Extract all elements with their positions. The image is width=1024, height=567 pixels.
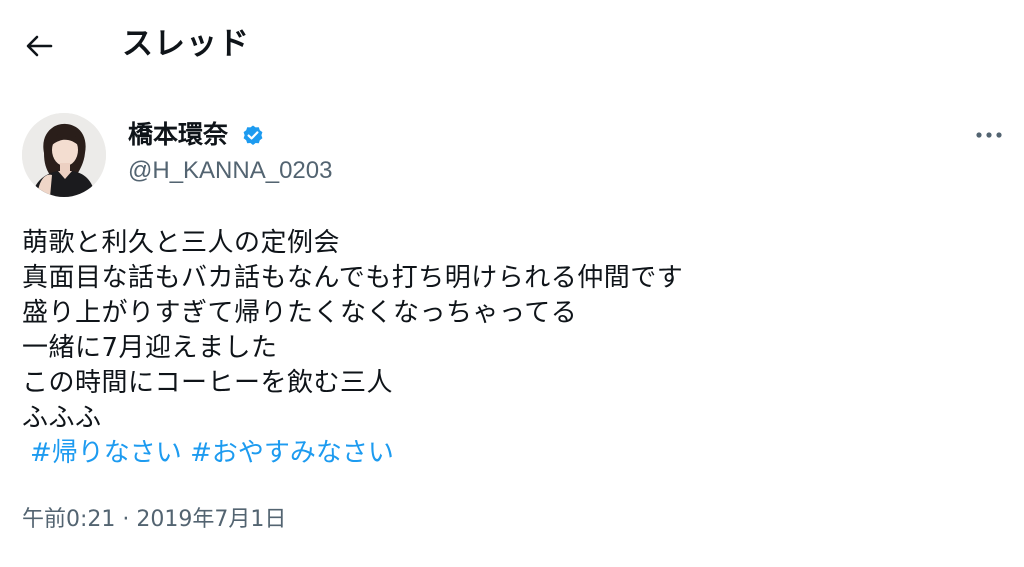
back-button[interactable]	[18, 28, 60, 64]
more-horizontal-icon	[976, 132, 1002, 138]
more-options-button[interactable]	[972, 120, 1006, 150]
tweet-thread-page: スレッド 橋本環奈 @H_KANNA_0203 萌歌と利久と三人の定例会 真面目…	[0, 0, 1024, 567]
header: スレッド	[0, 0, 1024, 92]
author-display-name[interactable]: 橋本環奈	[128, 118, 228, 152]
tweet-line: 一緒に7月迎えました	[22, 333, 278, 363]
tweet-line: 真面目な話もバカ話もなんでも打ち明けられる仲間です	[22, 263, 684, 293]
verified-badge-icon	[243, 125, 263, 145]
avatar[interactable]	[22, 113, 106, 197]
hashtag-row: #帰りなさい #おやすみなさい	[22, 436, 982, 471]
tweet-line: ふふふ	[22, 403, 102, 433]
hashtag-link-kaerinasai[interactable]: #帰りなさい	[30, 438, 182, 468]
arrow-left-icon	[26, 35, 53, 57]
page-title: スレッド	[122, 26, 250, 62]
author-handle[interactable]: @H_KANNA_0203	[128, 154, 332, 188]
tweet-line: 盛り上がりすぎて帰りたくなくなっちゃってる	[22, 298, 578, 328]
tweet-line: 萌歌と利久と三人の定例会	[22, 228, 341, 258]
tweet-line: この時間にコーヒーを飲む三人	[22, 368, 394, 398]
tweet-text: 萌歌と利久と三人の定例会 真面目な話もバカ話もなんでも打ち明けられる仲間です 盛…	[22, 226, 982, 471]
tweet-timestamp[interactable]: 午前0:21 · 2019年7月1日	[22, 504, 286, 536]
hashtag-link-oyasuminasai[interactable]: #おやすみなさい	[190, 438, 394, 468]
